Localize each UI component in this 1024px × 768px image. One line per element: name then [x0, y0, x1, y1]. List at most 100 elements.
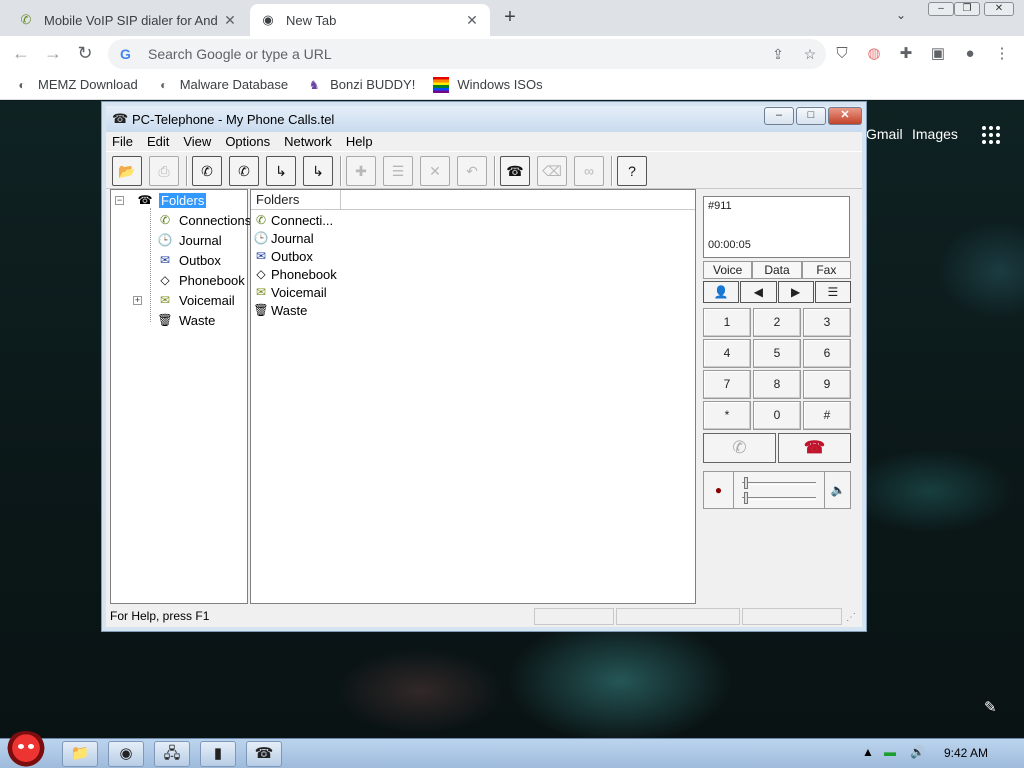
start-angry-bird-icon[interactable] — [4, 731, 48, 768]
microphone-slider[interactable] — [742, 492, 816, 504]
kebab-menu-icon[interactable]: ⋮ — [992, 44, 1012, 64]
reload-button[interactable]: ↻ — [72, 40, 98, 66]
side-panel-icon[interactable]: ▣ — [928, 44, 948, 64]
properties-icon[interactable]: ☰ — [383, 156, 413, 186]
tree-item-outbox[interactable]: ✉ Outbox — [157, 251, 221, 269]
list-item-outbox[interactable]: ✉ Outbox — [253, 247, 313, 265]
key-8[interactable]: 8 — [753, 370, 801, 399]
open-folder-icon[interactable]: 📂 — [112, 156, 142, 186]
extension-flag-icon[interactable]: ◍ — [864, 44, 884, 64]
key-7[interactable]: 7 — [703, 370, 751, 399]
tab-search-button[interactable]: ⌄ — [896, 8, 906, 22]
new-tab-button[interactable]: + — [498, 6, 522, 30]
bookmark-bonzi-buddy[interactable]: ♞ Bonzi BUDDY! — [306, 77, 416, 93]
tree-item-waste[interactable]: 🗑 Waste — [157, 311, 215, 329]
pickup-handset-icon[interactable]: ✆ — [703, 433, 776, 463]
back-button[interactable]: ← — [8, 40, 34, 66]
dial-handset-icon[interactable]: ✆ — [192, 156, 222, 186]
key-4[interactable]: 4 — [703, 339, 751, 368]
phone-settings-icon[interactable]: ☎ — [500, 156, 530, 186]
print-icon[interactable]: ⎙ — [149, 156, 179, 186]
transfer-call-icon[interactable]: ↳ — [303, 156, 333, 186]
taskbar-explorer-icon[interactable]: 📁 — [62, 741, 98, 767]
taskbar-network-icon[interactable]: 🖧 — [154, 741, 190, 767]
key-star[interactable]: * — [703, 401, 751, 430]
close-window-button[interactable]: ✕ — [984, 2, 1014, 16]
tree-item-voicemail[interactable]: ✉ Voicemail — [157, 291, 235, 309]
key-1[interactable]: 1 — [703, 308, 751, 337]
record-icon[interactable]: ● — [704, 472, 734, 508]
key-3[interactable]: 3 — [803, 308, 851, 337]
tab-new-tab[interactable]: ◉ New Tab ✕ — [250, 4, 490, 36]
list-item-phonebook[interactable]: ◇ Phonebook — [253, 265, 336, 283]
mode-data[interactable]: Data — [752, 261, 802, 279]
forward-button[interactable]: → — [40, 40, 66, 66]
volume-slider[interactable] — [742, 477, 816, 489]
delete-icon[interactable]: ✕ — [420, 156, 450, 186]
bookmark-memz[interactable]: ◐ MEMZ Download — [14, 77, 137, 93]
new-entry-icon[interactable]: ✚ — [346, 156, 376, 186]
restore-button[interactable]: ❐ — [954, 2, 980, 16]
auto-answer-icon[interactable]: ✆ — [229, 156, 259, 186]
gmail-link[interactable]: Gmail — [866, 126, 903, 142]
close-tab-icon[interactable]: ✕ — [222, 12, 238, 29]
star-icon[interactable]: ☆ — [794, 46, 826, 63]
mode-voice[interactable]: Voice — [703, 261, 753, 279]
tree-item-connections[interactable]: ✆ Connections — [157, 211, 251, 229]
images-link[interactable]: Images — [912, 126, 958, 142]
menu-options[interactable]: Options — [225, 134, 270, 149]
menu-edit[interactable]: Edit — [147, 134, 169, 149]
tree-item-journal[interactable]: 🕒 Journal — [157, 231, 222, 249]
column-header-folders[interactable]: Folders — [251, 190, 341, 210]
key-0[interactable]: 0 — [753, 401, 801, 430]
eraser-icon[interactable]: ⌫ — [537, 156, 567, 186]
speaker-icon[interactable]: 🔈 — [824, 472, 851, 508]
key-2[interactable]: 2 — [753, 308, 801, 337]
app-minimize-button[interactable]: – — [764, 107, 794, 125]
list-item-connections[interactable]: ✆ Connecti... — [253, 211, 333, 229]
list-item-voicemail[interactable]: ✉ Voicemail — [253, 283, 327, 301]
taskbar-app-icon[interactable]: ▮ — [200, 741, 236, 767]
hangup-handset-icon[interactable]: ☎ — [778, 433, 851, 463]
mode-fax[interactable]: Fax — [801, 261, 851, 279]
app-close-button[interactable]: ✕ — [828, 107, 862, 125]
expand-icon[interactable]: + — [133, 296, 142, 305]
forward-call-icon[interactable]: ↳ — [266, 156, 296, 186]
list-item-journal[interactable]: 🕒 Journal — [253, 229, 314, 247]
taskbar-chrome-icon[interactable]: ◉ — [108, 741, 144, 767]
volume-icon[interactable]: 🔊 — [910, 745, 925, 759]
menu-view[interactable]: View — [183, 134, 211, 149]
tab-voip[interactable]: ✆ Mobile VoIP SIP dialer for And ✕ — [8, 4, 248, 36]
app-maximize-button[interactable]: □ — [796, 107, 826, 125]
omnibox[interactable]: G Search Google or type a URL ⇪ ☆ — [108, 39, 826, 69]
tree-root-folders[interactable]: ☎ Folders — [137, 191, 207, 209]
google-apps-icon[interactable] — [982, 126, 1000, 144]
menu-help[interactable]: Help — [346, 134, 373, 149]
key-9[interactable]: 9 — [803, 370, 851, 399]
bookmark-malware-database[interactable]: ◐ Malware Database — [156, 77, 288, 93]
key-6[interactable]: 6 — [803, 339, 851, 368]
next-arrow-icon[interactable]: ▶ — [777, 281, 814, 303]
collapse-icon[interactable]: − — [115, 196, 124, 205]
profile-avatar-icon[interactable]: ● — [960, 44, 980, 64]
contact-person-icon[interactable]: 👤 — [703, 281, 740, 303]
key-hash[interactable]: # — [803, 401, 851, 430]
list-item-waste[interactable]: 🗑 Waste — [253, 301, 307, 319]
link-icon[interactable]: ∞ — [574, 156, 604, 186]
tree-item-phonebook[interactable]: ◇ Phonebook — [157, 271, 244, 289]
window-titlebar[interactable]: ☎ PC-Telephone - My Phone Calls.tel — [106, 106, 862, 132]
battery-icon[interactable]: ▬ — [884, 745, 896, 759]
undo-icon[interactable]: ↶ — [457, 156, 487, 186]
key-5[interactable]: 5 — [753, 339, 801, 368]
minimize-button[interactable]: – — [928, 2, 954, 16]
share-icon[interactable]: ⇪ — [762, 46, 794, 63]
tray-up-arrow-icon[interactable]: ▲ — [862, 745, 874, 759]
previous-arrow-icon[interactable]: ◀ — [740, 281, 777, 303]
context-help-icon[interactable]: ? — [617, 156, 647, 186]
menu-network[interactable]: Network — [284, 134, 332, 149]
taskbar-pc-telephone-icon[interactable]: ☎ — [246, 741, 282, 767]
omnibox-placeholder[interactable]: Search Google or type a URL — [148, 46, 762, 62]
menu-file[interactable]: File — [112, 134, 133, 149]
ublock-icon[interactable]: ⛉ — [832, 44, 852, 64]
close-tab-icon[interactable]: ✕ — [464, 12, 480, 29]
